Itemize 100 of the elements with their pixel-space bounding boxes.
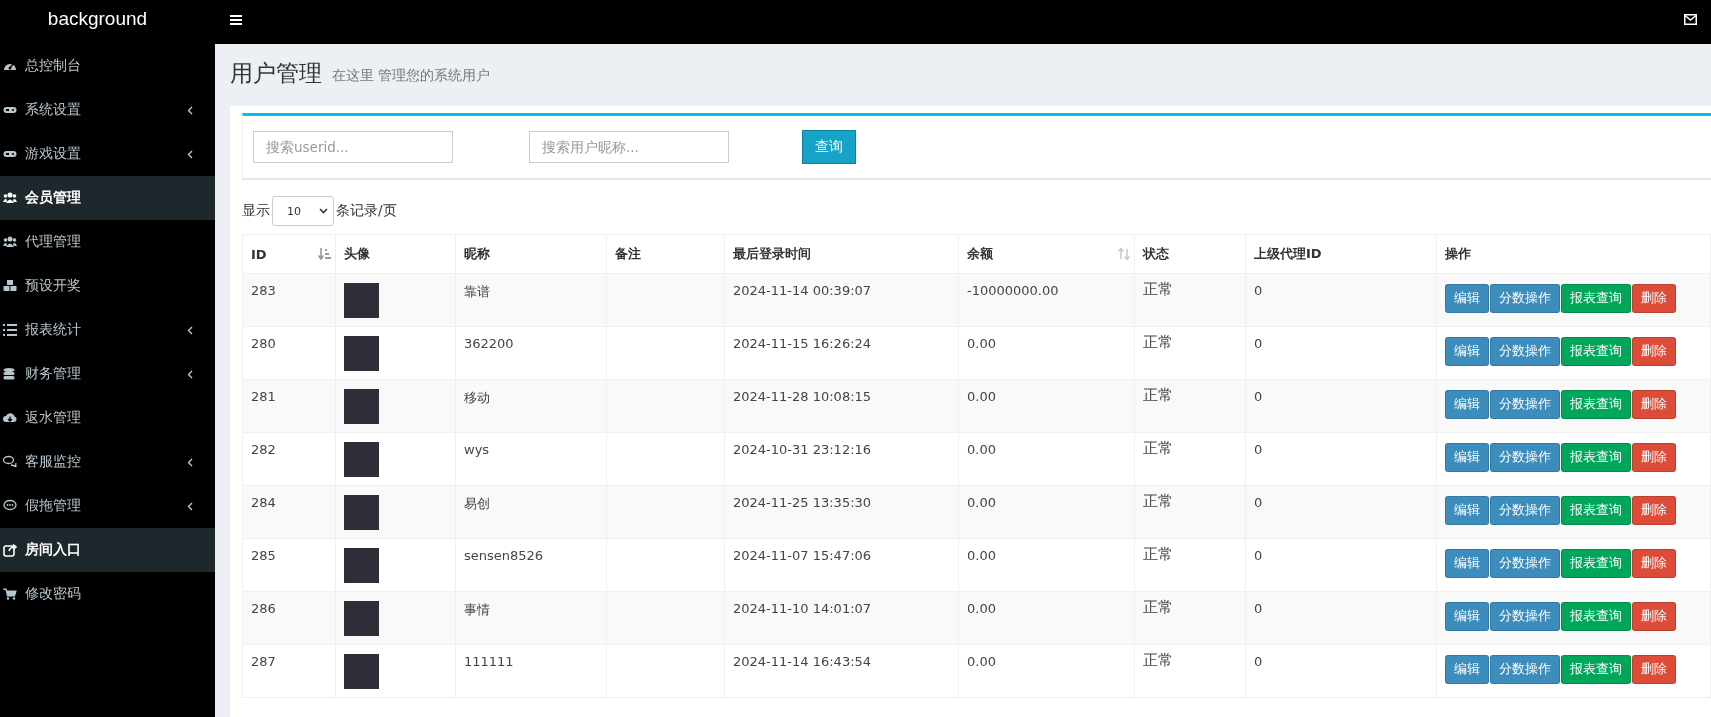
table-cell: 正常 <box>1134 644 1246 698</box>
delete-button[interactable]: 删除 <box>1632 284 1676 313</box>
table-cell: 正常 <box>1134 432 1246 486</box>
table-cell: wys <box>455 432 607 486</box>
delete-button[interactable]: 删除 <box>1632 390 1676 419</box>
delete-button[interactable]: 删除 <box>1632 337 1676 366</box>
report-button[interactable]: 报表查询 <box>1561 602 1631 631</box>
table-cell: 0.00 <box>958 644 1135 698</box>
sidebar-item[interactable]: 会员管理 <box>0 176 215 220</box>
column-header: 上级代理ID <box>1245 234 1437 274</box>
avatar-photo-placeholder <box>344 336 379 371</box>
page-size-label: 条记录/页 <box>336 202 397 220</box>
database-icon <box>3 367 17 381</box>
sidebar-item[interactable]: 系统设置 <box>0 88 215 132</box>
table-cell: 正常 <box>1134 591 1246 645</box>
table-cell: 2024-11-07 15:47:06 <box>724 538 959 592</box>
table-cell: 2024-10-31 23:12:16 <box>724 432 959 486</box>
brand-logo-text[interactable]: background <box>0 0 215 44</box>
column-header: 昵称 <box>455 234 607 274</box>
table-cell: 111111 <box>455 644 607 698</box>
avatar-photo-placeholder <box>344 601 379 636</box>
edit-button[interactable]: 分数操作 <box>1490 549 1560 578</box>
search-field[interactable]: 搜索userid... <box>253 131 453 163</box>
table-cell: 285 <box>242 538 336 592</box>
column-header[interactable]: 余额 <box>958 234 1135 274</box>
edit-button[interactable]: 编辑 <box>1445 549 1489 578</box>
envelope-icon[interactable] <box>1684 13 1697 25</box>
sidebar-item[interactable]: 预设开奖 <box>0 264 215 308</box>
sidebar-item[interactable]: 返水管理 <box>0 396 215 440</box>
table-cell: 280 <box>242 326 336 380</box>
sidebar-item[interactable]: 游戏设置 <box>0 132 215 176</box>
edit-button[interactable]: 分数操作 <box>1490 337 1560 366</box>
table-cell: 0 <box>1245 591 1437 645</box>
page-size-select[interactable]: 10 <box>272 196 334 226</box>
delete-button[interactable]: 删除 <box>1632 443 1676 472</box>
avatar-photo-placeholder <box>344 654 379 689</box>
sidebar-item[interactable]: 客服监控 <box>0 440 215 484</box>
sidebar-item[interactable]: 房间入口 <box>0 528 215 572</box>
table-cell: 0 <box>1245 538 1437 592</box>
table-cell: 正常 <box>1134 485 1246 539</box>
edit-button[interactable]: 编辑 <box>1445 443 1489 472</box>
sidebar-item[interactable]: 假拖管理 <box>0 484 215 528</box>
edit-button[interactable]: 编辑 <box>1445 496 1489 525</box>
delete-button[interactable]: 删除 <box>1632 602 1676 631</box>
delete-button[interactable]: 删除 <box>1632 655 1676 684</box>
table-cell: 286 <box>242 591 336 645</box>
edit-button[interactable]: 编辑 <box>1445 337 1489 366</box>
table-cell: 0.00 <box>958 485 1135 539</box>
avatar-photo-placeholder <box>344 389 379 424</box>
table-cell: 2024-11-15 16:26:24 <box>724 326 959 380</box>
search-button[interactable]: 查询 <box>802 130 856 164</box>
report-button[interactable]: 报表查询 <box>1561 337 1631 366</box>
sidebar-item[interactable]: 代理管理 <box>0 220 215 264</box>
table-cell: 正常 <box>1134 273 1246 327</box>
sidebar-item[interactable]: 报表统计 <box>0 308 215 352</box>
table-cell: 0.00 <box>958 326 1135 380</box>
page-title: 用户管理 <box>230 58 322 88</box>
edit-button[interactable]: 分数操作 <box>1490 390 1560 419</box>
table-cell: -10000000.00 <box>958 273 1135 327</box>
edit-button[interactable]: 分数操作 <box>1490 602 1560 631</box>
comment-icon <box>3 499 17 513</box>
table-cell: 287 <box>242 644 336 698</box>
avatar-photo-placeholder <box>344 283 379 318</box>
edit-button[interactable]: 编辑 <box>1445 655 1489 684</box>
table-cell: 0 <box>1245 432 1437 486</box>
report-button[interactable]: 报表查询 <box>1561 655 1631 684</box>
avatar-photo-placeholder <box>344 442 379 477</box>
report-button[interactable]: 报表查询 <box>1561 496 1631 525</box>
table-cell: 2024-11-14 16:43:54 <box>724 644 959 698</box>
edit-button[interactable]: 编辑 <box>1445 602 1489 631</box>
edit-button[interactable]: 分数操作 <box>1490 655 1560 684</box>
edit-button[interactable]: 分数操作 <box>1490 496 1560 525</box>
page-size-label: 显示 <box>242 202 270 220</box>
report-button[interactable]: 报表查询 <box>1561 549 1631 578</box>
column-header: 最后登录时间 <box>724 234 959 274</box>
menu-icon[interactable] <box>230 13 242 25</box>
table-cell: 283 <box>242 273 336 327</box>
column-header[interactable]: ID <box>242 234 336 274</box>
search-field[interactable]: 搜索用户昵称... <box>529 131 729 163</box>
table-cell: 正常 <box>1134 379 1246 433</box>
sidebar-item[interactable]: 修改密码 <box>0 572 215 616</box>
report-button[interactable]: 报表查询 <box>1561 390 1631 419</box>
delete-button[interactable]: 删除 <box>1632 496 1676 525</box>
delete-button[interactable]: 删除 <box>1632 549 1676 578</box>
edit-button[interactable]: 编辑 <box>1445 284 1489 313</box>
table-cell: 284 <box>242 485 336 539</box>
table-cell: sensen8526 <box>455 538 607 592</box>
share-icon <box>3 543 17 557</box>
edit-button[interactable]: 分数操作 <box>1490 284 1560 313</box>
table-cell: 0 <box>1245 326 1437 380</box>
edit-button[interactable]: 分数操作 <box>1490 443 1560 472</box>
avatar-photo-placeholder <box>344 495 379 530</box>
table-cell: 易创 <box>455 485 607 539</box>
edit-button[interactable]: 编辑 <box>1445 390 1489 419</box>
sidebar-item[interactable]: 总控制台 <box>0 44 215 88</box>
report-button[interactable]: 报表查询 <box>1561 443 1631 472</box>
report-button[interactable]: 报表查询 <box>1561 284 1631 313</box>
sidebar-item[interactable]: 财务管理 <box>0 352 215 396</box>
sort-descending-icon[interactable] <box>318 248 331 260</box>
list-icon <box>3 323 17 337</box>
